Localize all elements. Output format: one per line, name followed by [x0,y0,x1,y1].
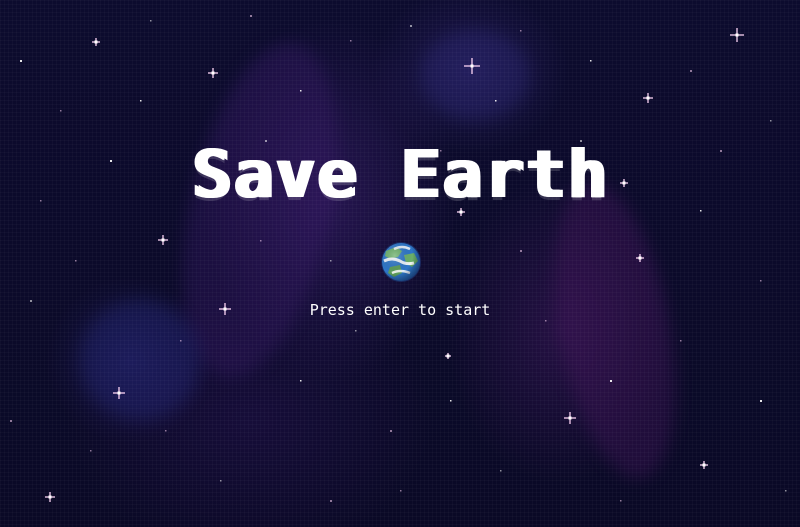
sparkle-star [45,492,55,502]
small-star [760,280,762,282]
sparkle-star [700,461,708,469]
small-star [20,60,22,62]
small-star [520,250,522,252]
small-star [500,470,502,472]
small-star [150,20,152,22]
small-star [10,420,12,422]
small-star [610,380,612,382]
small-star [760,400,762,402]
small-star [140,100,142,102]
small-star [220,480,222,482]
small-star [785,490,787,492]
small-star [260,240,262,242]
small-star [165,430,167,432]
game-title: Save Earth [191,136,609,213]
small-star [390,430,392,432]
small-star [250,15,252,17]
small-star [495,100,497,102]
small-star [330,260,332,262]
small-star [400,490,402,492]
small-star [355,330,357,332]
sparkle-star [445,353,451,359]
small-star [75,260,77,262]
small-star [330,500,332,502]
small-star [180,340,182,342]
sparkle-star [92,38,100,46]
sparkle-star [730,28,744,42]
sparkle-star [158,235,168,245]
small-star [620,500,622,502]
small-star [450,400,452,402]
sparkle-star [636,254,644,262]
small-star [690,70,692,72]
small-star [520,30,522,32]
small-star [545,320,547,322]
small-star [680,340,682,342]
earth-planet-icon [381,242,421,282]
small-star [770,120,772,122]
small-star [90,450,92,452]
sparkle-star [464,58,480,74]
small-star [590,60,592,62]
small-star [300,90,302,92]
sparkle-star [113,387,125,399]
small-star [60,110,62,112]
small-star [410,25,412,27]
start-prompt: Press enter to start [309,301,491,319]
small-star [350,40,352,42]
sparkle-star [564,412,576,424]
small-star [300,380,302,382]
sparkle-star [643,93,653,103]
sparkle-star [208,68,218,78]
title-screen[interactable]: Save Earth Press enter to start [0,0,800,527]
